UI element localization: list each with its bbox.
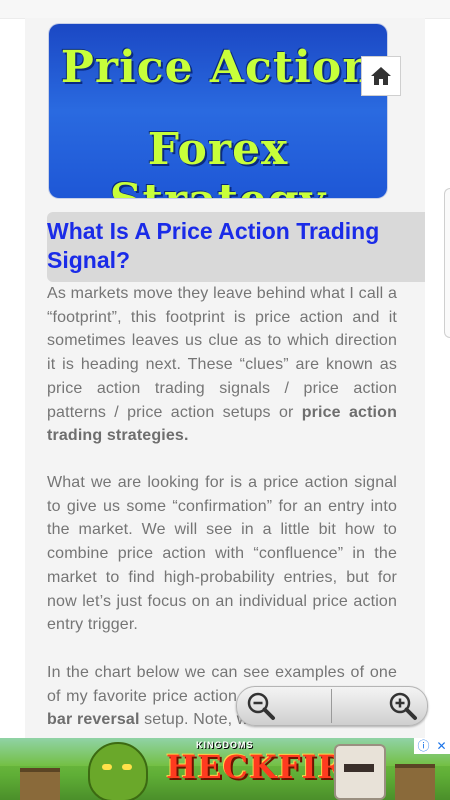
ad-orc-eye <box>122 764 132 770</box>
ad-tower-left <box>20 768 60 800</box>
ad-banner[interactable]: KINGDOMS HECKFIRE ⓘ ✕ <box>0 738 450 800</box>
zoom-in-icon <box>389 692 417 720</box>
ad-choices: ⓘ ✕ <box>414 738 450 754</box>
ad-knight-character <box>334 744 386 800</box>
zoom-out-icon <box>247 692 275 720</box>
ad-knight-visor <box>344 764 374 772</box>
banner-line-2: Forex Strategy <box>110 124 325 198</box>
article-content: Price Action Forex Strategy What Is A Pr… <box>25 18 425 738</box>
zoom-in-button[interactable] <box>387 690 419 722</box>
banner-line-1: Price Action <box>60 42 376 93</box>
ad-close-icon[interactable]: ✕ <box>436 739 446 753</box>
ad-tower-right <box>395 764 435 800</box>
top-status-strip <box>0 0 450 19</box>
edge-panel-handle[interactable] <box>444 188 450 338</box>
ad-info-icon[interactable]: ⓘ <box>417 739 429 753</box>
paragraph-1: As markets move they leave behind what I… <box>47 282 397 448</box>
paragraph-1-text: As markets move they leave behind what I… <box>47 285 397 421</box>
home-icon <box>371 67 391 85</box>
article-heading-text: What Is A Price Action Trading Signal? <box>47 218 380 273</box>
ad-orc-character <box>88 742 148 800</box>
site-banner[interactable]: Price Action Forex Strategy <box>49 24 387 198</box>
home-button[interactable] <box>361 56 401 96</box>
ad-orc-eye <box>102 764 112 770</box>
zoom-controls <box>236 686 428 726</box>
zoom-out-button[interactable] <box>245 690 277 722</box>
paragraph-2: What we are looking for is a price actio… <box>47 471 397 637</box>
article-heading: What Is A Price Action Trading Signal? <box>47 212 425 282</box>
zoom-divider <box>331 689 332 723</box>
paragraph-2-text: What we are looking for is a price actio… <box>47 474 397 634</box>
